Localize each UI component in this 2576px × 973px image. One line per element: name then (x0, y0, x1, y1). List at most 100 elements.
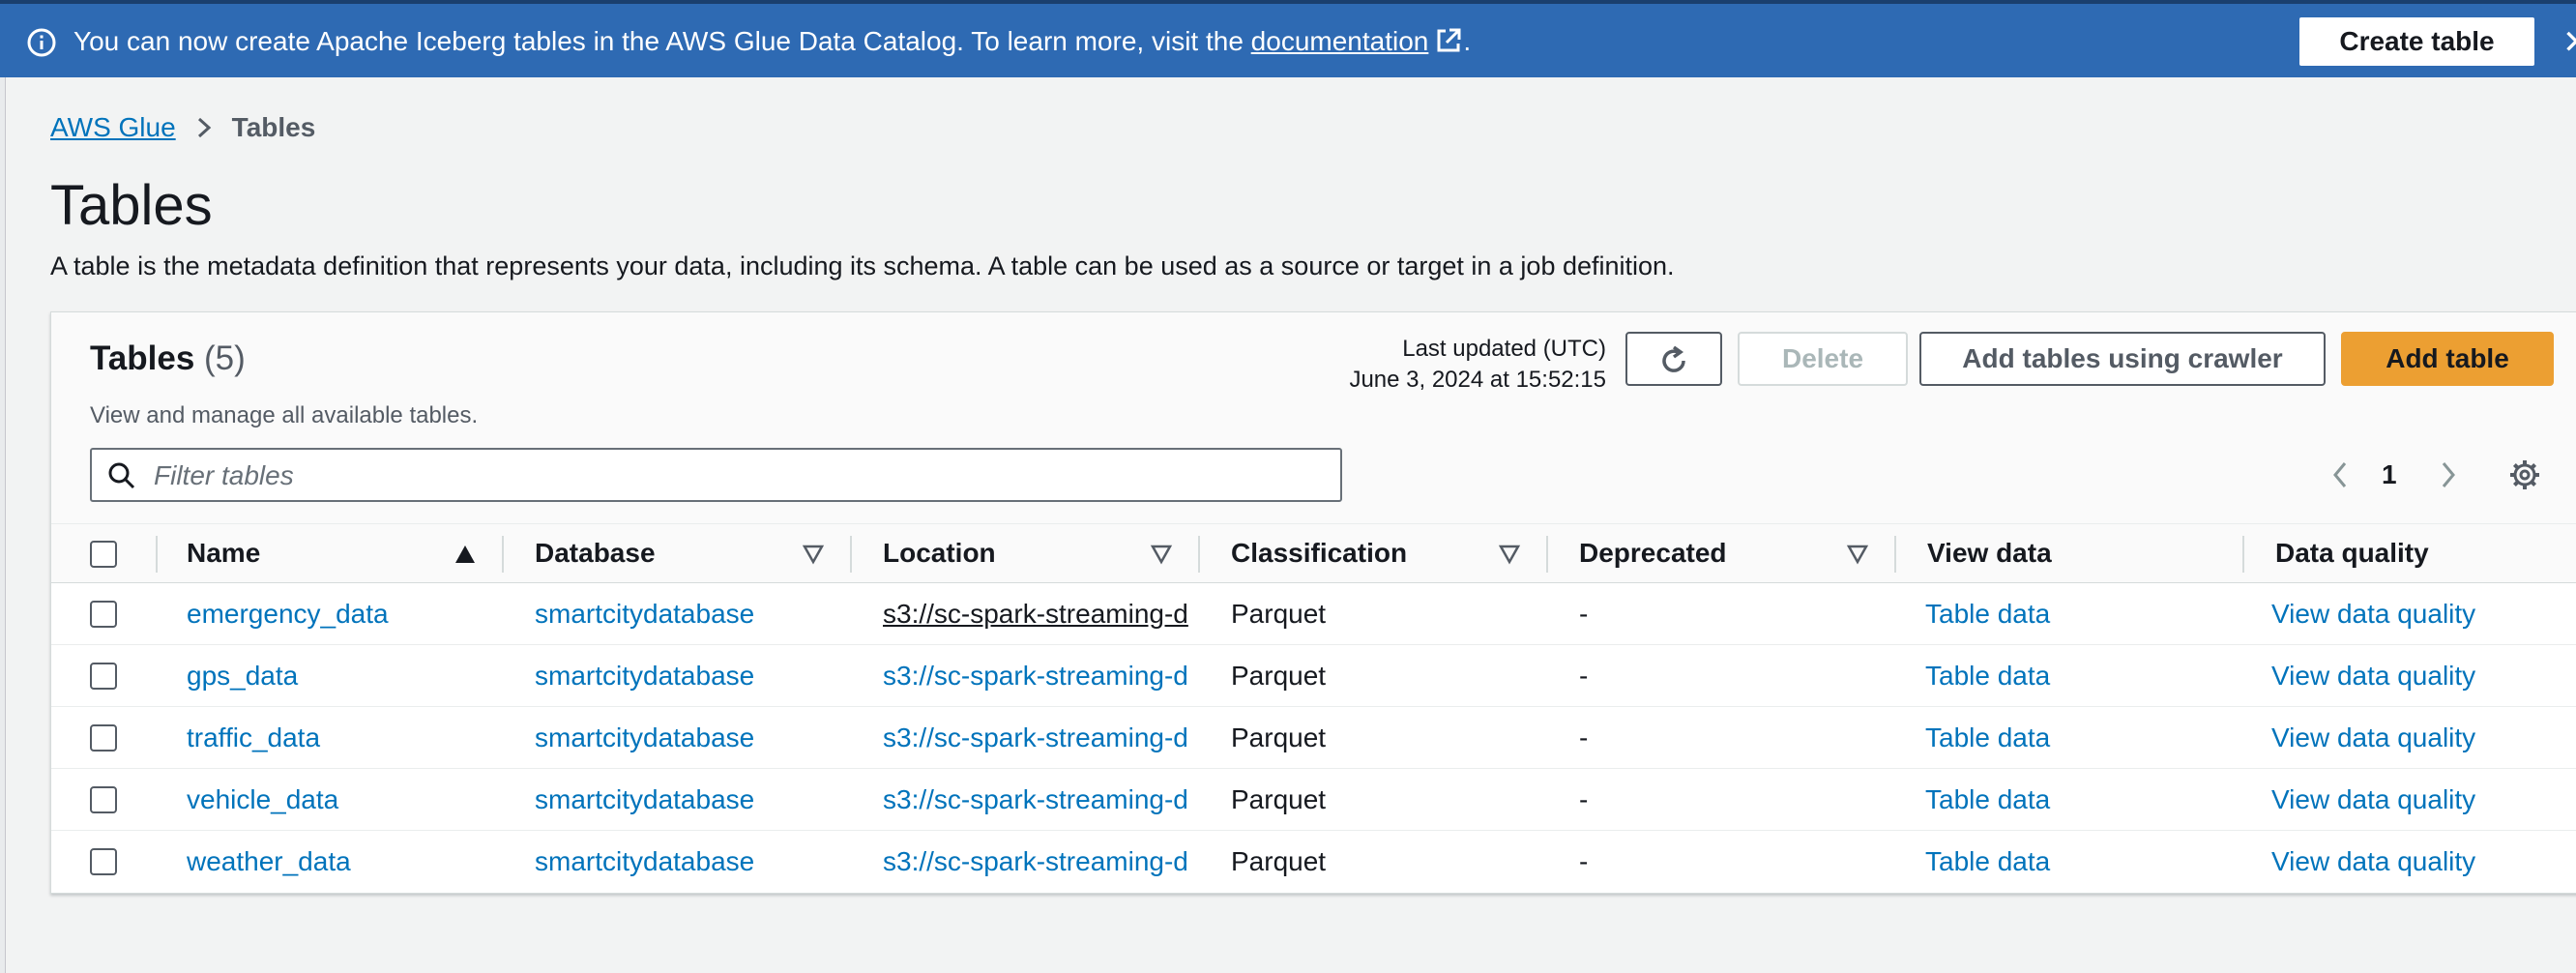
column-separator (850, 536, 852, 573)
database-link[interactable]: smartcitydatabase (535, 707, 844, 769)
table-name-link[interactable]: emergency_data (187, 583, 496, 645)
panel-header: Tables (5) View and manage all available… (51, 312, 2576, 523)
page-title: Tables (50, 174, 213, 237)
column-header-deprecated[interactable]: Deprecated (1579, 524, 1727, 584)
classification-value: Parquet (1231, 846, 1327, 876)
row-checkbox[interactable] (90, 786, 117, 813)
deprecated-value: - (1579, 599, 1589, 629)
table-data-link[interactable]: Table data (1925, 707, 2235, 769)
table-name-link[interactable]: weather_data (187, 831, 496, 893)
location-link[interactable]: s3://sc-spark-streaming-d (883, 769, 1198, 831)
sort-descending-icon[interactable] (1846, 544, 1869, 565)
view-data-quality-link[interactable]: View data quality (2271, 707, 2576, 769)
table-row: emergency_data smartcitydatabase s3://sc… (51, 583, 2576, 645)
database-link[interactable]: smartcitydatabase (535, 583, 844, 645)
row-checkbox[interactable] (90, 848, 117, 875)
view-data-quality-link[interactable]: View data quality (2271, 645, 2576, 707)
column-separator (1546, 536, 1548, 573)
info-banner: You can now create Apache Iceberg tables… (0, 0, 2576, 77)
banner-text: You can now create Apache Iceberg tables… (73, 26, 1251, 56)
classification-value: Parquet (1231, 599, 1327, 629)
banner-message: You can now create Apache Iceberg tables… (73, 25, 1471, 58)
table-data-link[interactable]: Table data (1925, 645, 2235, 707)
deprecated-value: - (1579, 846, 1589, 876)
column-header-view-data[interactable]: View data (1927, 524, 2052, 584)
location-link[interactable]: s3://sc-spark-streaming-d (883, 831, 1198, 893)
add-table-button[interactable]: Add table (2341, 332, 2554, 386)
select-all-checkbox[interactable] (90, 541, 117, 568)
breadcrumb-aws-glue[interactable]: AWS Glue (50, 112, 176, 142)
breadcrumb: AWS Glue Tables (50, 111, 315, 144)
column-header-database[interactable]: Database (535, 524, 656, 584)
refresh-button[interactable] (1625, 332, 1722, 386)
classification-value: Parquet (1231, 784, 1327, 814)
location-link[interactable]: s3://sc-spark-streaming-d (883, 583, 1198, 645)
table-data-link[interactable]: Table data (1925, 583, 2235, 645)
view-data-quality-link[interactable]: View data quality (2271, 769, 2576, 831)
column-header-classification[interactable]: Classification (1231, 524, 1407, 584)
banner-suffix: . (1463, 26, 1472, 56)
page-description: A table is the metadata definition that … (50, 251, 1675, 280)
row-checkbox[interactable] (90, 601, 117, 628)
create-table-button[interactable]: Create table (2298, 15, 2536, 68)
left-edge (0, 0, 6, 973)
panel-title: Tables (5) (90, 338, 246, 380)
table-header: Name Database Location Classification De… (51, 523, 2576, 583)
documentation-link[interactable]: documentation (1251, 26, 1429, 56)
table-name-link[interactable]: gps_data (187, 645, 496, 707)
filter-tables-input[interactable] (152, 456, 1316, 496)
table-data-link[interactable]: Table data (1925, 769, 2235, 831)
refresh-icon (1662, 345, 1685, 372)
search-icon (108, 462, 135, 489)
column-separator (502, 536, 504, 573)
table-name-link[interactable]: traffic_data (187, 707, 496, 769)
database-link[interactable]: smartcitydatabase (535, 831, 844, 893)
view-data-quality-link[interactable]: View data quality (2271, 831, 2576, 893)
classification-value: Parquet (1231, 661, 1327, 691)
chevron-right-icon (197, 117, 211, 138)
chevron-right-icon[interactable] (2434, 457, 2463, 492)
table-row: vehicle_data smartcitydatabase s3://sc-s… (51, 769, 2576, 831)
column-header-name[interactable]: Name (187, 524, 260, 584)
column-separator (1894, 536, 1896, 573)
table-row: traffic_data smartcitydatabase s3://sc-s… (51, 707, 2576, 769)
sort-descending-icon[interactable] (1498, 544, 1521, 565)
column-header-location[interactable]: Location (883, 524, 996, 584)
info-icon (27, 28, 56, 57)
sort-ascending-icon[interactable] (454, 544, 477, 565)
add-tables-using-crawler-button[interactable]: Add tables using crawler (1919, 332, 2326, 386)
tables-panel: Tables (5) View and manage all available… (50, 311, 2576, 894)
gear-icon[interactable] (2507, 457, 2542, 492)
database-link[interactable]: smartcitydatabase (535, 645, 844, 707)
row-checkbox[interactable] (90, 724, 117, 752)
panel-title-text: Tables (90, 339, 195, 377)
page-number[interactable]: 1 (2382, 457, 2397, 492)
location-link[interactable]: s3://sc-spark-streaming-d (883, 707, 1198, 769)
sort-descending-icon[interactable] (1150, 544, 1173, 565)
breadcrumb-current: Tables (231, 112, 316, 142)
external-link-icon[interactable] (1434, 26, 1463, 55)
row-checkbox[interactable] (90, 663, 117, 690)
last-updated-value: June 3, 2024 at 15:52:15 (1349, 367, 1606, 393)
last-updated: Last updated (UTC) June 3, 2024 at 15:52… (1308, 334, 1606, 396)
location-link[interactable]: s3://sc-spark-streaming-d (883, 645, 1198, 707)
deprecated-value: - (1579, 661, 1589, 691)
chevron-left-icon[interactable] (2326, 457, 2355, 492)
last-updated-label: Last updated (UTC) (1402, 336, 1606, 362)
delete-button[interactable]: Delete (1738, 332, 1908, 386)
table-name-link[interactable]: vehicle_data (187, 769, 496, 831)
column-separator (156, 536, 158, 573)
close-icon[interactable]: ✕ (2562, 23, 2576, 62)
table-data-link[interactable]: Table data (1925, 831, 2235, 893)
classification-value: Parquet (1231, 722, 1327, 752)
deprecated-value: - (1579, 722, 1589, 752)
panel-description: View and manage all available tables. (90, 402, 479, 428)
database-link[interactable]: smartcitydatabase (535, 769, 844, 831)
table-row: gps_data smartcitydatabase s3://sc-spark… (51, 645, 2576, 707)
filter-box[interactable] (90, 448, 1342, 502)
column-header-data-quality[interactable]: Data quality (2275, 524, 2429, 584)
deprecated-value: - (1579, 784, 1589, 814)
view-data-quality-link[interactable]: View data quality (2271, 583, 2576, 645)
table-row: weather_data smartcitydatabase s3://sc-s… (51, 831, 2576, 893)
sort-descending-icon[interactable] (802, 544, 825, 565)
